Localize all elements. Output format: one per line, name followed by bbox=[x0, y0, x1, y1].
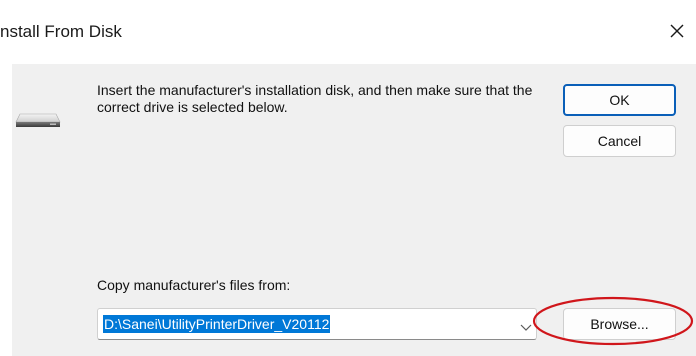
ok-button[interactable]: OK bbox=[563, 84, 676, 116]
close-icon[interactable] bbox=[664, 18, 690, 44]
browse-button[interactable]: Browse... bbox=[563, 308, 676, 340]
instructions-text: Insert the manufacturer's installation d… bbox=[97, 82, 533, 115]
disk-drive-icon bbox=[14, 111, 62, 131]
copy-from-combobox[interactable]: D:\Sanei\UtilityPrinterDriver_V20112 bbox=[97, 308, 537, 340]
cancel-button[interactable]: Cancel bbox=[563, 125, 676, 157]
title-bar: nstall From Disk bbox=[0, 0, 696, 64]
copy-from-value[interactable]: D:\Sanei\UtilityPrinterDriver_V20112 bbox=[103, 315, 331, 333]
dialog-title: nstall From Disk bbox=[0, 22, 122, 41]
chevron-down-icon[interactable] bbox=[520, 319, 532, 331]
copy-from-label: Copy manufacturer's files from: bbox=[97, 277, 291, 293]
